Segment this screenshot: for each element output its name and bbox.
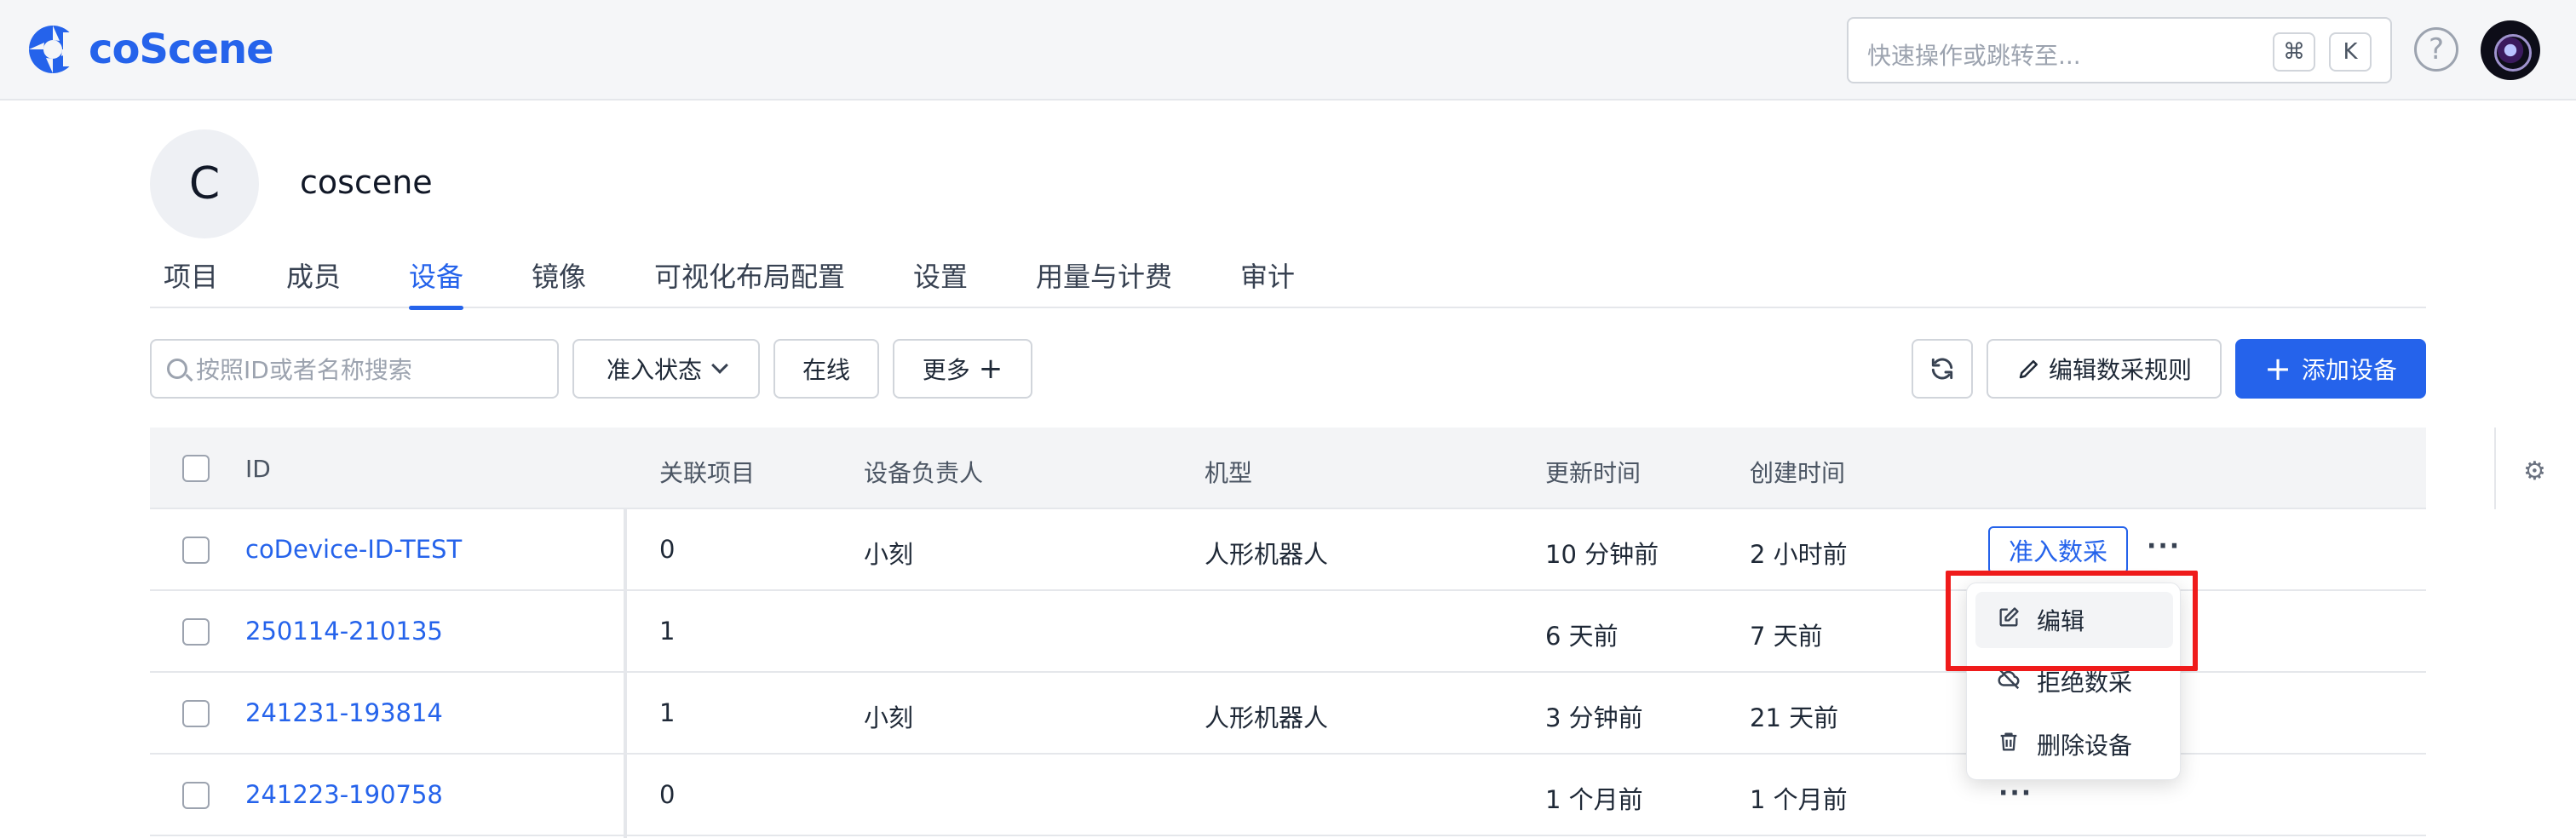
search-icon bbox=[167, 359, 187, 379]
column-divider bbox=[2494, 428, 2496, 509]
command-key-icon: ⌘ bbox=[2273, 32, 2315, 72]
edit-collection-rules-button[interactable]: 编辑数采规则 bbox=[1987, 339, 2222, 399]
tab-devices[interactable]: 设备 bbox=[409, 255, 464, 310]
owner-cell: 小刻 bbox=[864, 703, 914, 732]
updated-cell: 3 分钟前 bbox=[1545, 703, 1643, 732]
admit-status-label: 准入状态 bbox=[606, 356, 702, 384]
row-checkbox[interactable] bbox=[182, 618, 210, 646]
tab-usage-billing[interactable]: 用量与计费 bbox=[1036, 255, 1172, 307]
user-avatar[interactable] bbox=[2481, 20, 2540, 80]
header-projects[interactable]: 关联项目 bbox=[659, 455, 755, 489]
select-all-checkbox[interactable] bbox=[182, 455, 210, 482]
tab-members[interactable]: 成员 bbox=[286, 255, 341, 307]
add-device-label: 添加设备 bbox=[2301, 356, 2397, 384]
device-table-header: ID 关联项目 设备负责人 机型 更新时间 创建时间 ⚙ bbox=[150, 428, 2546, 509]
device-id-link[interactable]: coDevice-ID-TEST bbox=[245, 535, 462, 564]
plus-icon: + bbox=[2264, 350, 2291, 387]
projects-cell: 0 bbox=[659, 535, 676, 564]
row-checkbox[interactable] bbox=[182, 537, 210, 564]
device-id-link[interactable]: 241231-193814 bbox=[245, 698, 443, 727]
brand-name: coScene bbox=[89, 26, 274, 73]
header-created[interactable]: 创建时间 bbox=[1750, 455, 1845, 489]
model-cell: 人形机器人 bbox=[1205, 540, 1329, 569]
chevron-down-icon bbox=[711, 357, 728, 374]
updated-cell: 6 天前 bbox=[1545, 622, 1619, 651]
pencil-icon bbox=[2019, 360, 2038, 379]
tab-layout-config[interactable]: 可视化布局配置 bbox=[654, 255, 845, 307]
updated-cell: 1 个月前 bbox=[1545, 785, 1643, 814]
tab-projects[interactable]: 项目 bbox=[164, 255, 218, 307]
org-tabs: 项目 成员 设备 镜像 可视化布局配置 设置 用量与计费 审计 bbox=[150, 252, 2426, 310]
brand-logo[interactable]: coScene bbox=[26, 22, 274, 77]
refresh-button[interactable] bbox=[1912, 339, 1973, 399]
created-cell: 7 天前 bbox=[1750, 622, 1823, 651]
owner-cell: 小刻 bbox=[864, 540, 914, 569]
global-search-placeholder: 快速操作或跳转至... bbox=[1867, 42, 2081, 70]
tab-settings[interactable]: 设置 bbox=[913, 255, 968, 307]
global-search-input[interactable]: 快速操作或跳转至... ⌘ K bbox=[1847, 17, 2392, 83]
header-model[interactable]: 机型 bbox=[1205, 455, 1252, 489]
updated-cell: 10 分钟前 bbox=[1545, 540, 1659, 569]
header-id[interactable]: ID bbox=[245, 455, 271, 483]
created-cell: 1 个月前 bbox=[1750, 785, 1848, 814]
row-checkbox[interactable] bbox=[182, 782, 210, 809]
menu-item-label: 删除设备 bbox=[2037, 732, 2133, 760]
menu-item-delete-device[interactable]: 删除设备 bbox=[1975, 716, 2173, 772]
device-search-input[interactable]: 按照ID或者名称搜索 bbox=[150, 339, 559, 399]
device-search-placeholder: 按照ID或者名称搜索 bbox=[196, 356, 412, 384]
model-cell: 人形机器人 bbox=[1205, 703, 1329, 732]
org-name: coscene bbox=[300, 164, 433, 201]
created-cell: 2 小时前 bbox=[1750, 540, 1848, 569]
header-updated[interactable]: 更新时间 bbox=[1545, 455, 1641, 489]
device-id-link[interactable]: 250114-210135 bbox=[245, 617, 443, 646]
org-avatar: C bbox=[150, 129, 259, 238]
more-filters-label: 更多 bbox=[922, 356, 970, 384]
projects-cell: 1 bbox=[659, 617, 676, 646]
help-icon[interactable]: ? bbox=[2414, 27, 2458, 72]
refresh-icon bbox=[1931, 358, 1953, 380]
frozen-column-divider bbox=[624, 509, 627, 838]
tab-images[interactable]: 镜像 bbox=[532, 255, 586, 307]
top-header: coScene 快速操作或跳转至... ⌘ K ? bbox=[0, 0, 2576, 100]
header-owner[interactable]: 设备负责人 bbox=[864, 455, 983, 489]
device-id-link[interactable]: 241223-190758 bbox=[245, 780, 443, 809]
gear-icon[interactable]: ⚙ bbox=[2523, 456, 2546, 486]
coscene-logo-icon bbox=[29, 26, 80, 73]
plus-icon: + bbox=[978, 352, 1003, 386]
admit-collection-button[interactable]: 准入数采 bbox=[1988, 526, 2128, 574]
k-key-badge: K bbox=[2329, 32, 2372, 72]
tab-audit[interactable]: 审计 bbox=[1240, 255, 1295, 307]
add-device-button[interactable]: + 添加设备 bbox=[2235, 339, 2426, 399]
projects-cell: 0 bbox=[659, 780, 676, 809]
row-checkbox[interactable] bbox=[182, 700, 210, 727]
highlight-box bbox=[1946, 571, 2198, 671]
more-actions-icon[interactable]: ··· bbox=[1998, 778, 2033, 808]
created-cell: 21 天前 bbox=[1750, 703, 1839, 732]
online-filter-label: 在线 bbox=[802, 356, 850, 384]
more-actions-icon[interactable]: ··· bbox=[2147, 531, 2181, 561]
projects-cell: 1 bbox=[659, 698, 676, 727]
online-filter-button[interactable]: 在线 bbox=[773, 339, 879, 399]
trash-icon bbox=[1996, 730, 2021, 760]
admit-status-filter[interactable]: 准入状态 bbox=[572, 339, 760, 399]
edit-collection-rules-label: 编辑数采规则 bbox=[2048, 356, 2192, 384]
more-filters-button[interactable]: 更多 + bbox=[893, 339, 1032, 399]
